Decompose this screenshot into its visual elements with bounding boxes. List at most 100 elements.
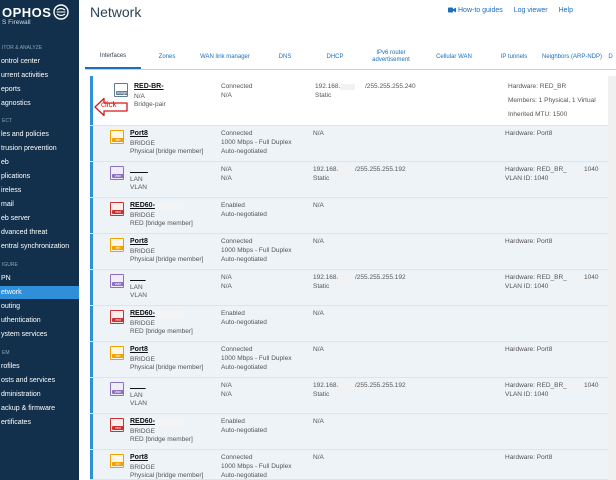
eth-interface-icon: eth: [110, 346, 124, 360]
help-link[interactable]: Help: [559, 7, 573, 14]
interface-ip-mode: Static: [313, 283, 330, 290]
interface-subtype: Bridge-pair: [134, 101, 166, 108]
interface-name-link[interactable]: Port8: [130, 345, 148, 354]
sidebar-item[interactable]: ireless: [0, 184, 79, 197]
sidebar-item[interactable]: entral synchronization: [0, 240, 79, 253]
interface-subtype: RED [bridge member]: [130, 220, 193, 227]
sidebar-item[interactable]: ontrol center: [0, 55, 79, 68]
row-indicator: [90, 306, 93, 341]
tab-8[interactable]: IP tunnels: [490, 45, 538, 69]
interface-link-speed: N/A: [221, 283, 232, 290]
table-row[interactable]: vlan-UserLANVLANN/AN/A192.168./255.255.2…: [90, 162, 616, 198]
interface-subtype: VLAN: [130, 400, 147, 407]
row-indicator: [90, 76, 93, 125]
video-camera-icon: [448, 7, 456, 13]
page-scrollbar[interactable]: [608, 76, 616, 480]
redacted-region: [157, 419, 183, 426]
sidebar-item[interactable]: osts and services: [0, 374, 79, 387]
sidebar-item[interactable]: PN: [0, 272, 79, 285]
interface-type-tag: bridge: [116, 91, 128, 95]
sidebar-item[interactable]: trusion prevention: [0, 142, 79, 155]
tab-4[interactable]: DNS: [263, 45, 307, 69]
sidebar-item[interactable]: uthentication: [0, 314, 79, 327]
table-row[interactable]: eth Port8 BRIDGE Physical [bridge member] Co…: [90, 234, 616, 270]
table-row[interactable]: eth Port8 BRIDGE Physical [bridge member] Co…: [90, 450, 616, 480]
click-annotation-label: click: [101, 100, 117, 109]
sidebar-item[interactable]: eb server: [0, 212, 79, 225]
sidebar-item[interactable]: plications: [0, 170, 79, 183]
interface-name-link[interactable]: RED60-: [130, 417, 155, 426]
eth-interface-icon: eth: [110, 130, 124, 144]
row-indicator: [90, 378, 93, 413]
interface-type-tag: eth: [112, 138, 124, 142]
sidebar-item[interactable]: agnostics: [0, 97, 79, 110]
redacted-region: [128, 273, 156, 280]
interface-name-link[interactable]: RED60-: [130, 309, 155, 318]
interface-negotiation: Auto-negotiated: [221, 472, 267, 479]
interface-name-link[interactable]: RED60-: [130, 201, 155, 210]
table-row[interactable]: eth Port8 BRIDGE Physical [bridge member] Co…: [90, 126, 616, 162]
interface-subtype: Physical [bridge member]: [130, 148, 204, 155]
table-row[interactable]: red RED60- BRIDGE RED [bridge member] Enable…: [90, 414, 616, 450]
sidebar-item[interactable]: eports: [0, 83, 79, 96]
tab-6[interactable]: IPv6 router advertisement: [363, 45, 419, 69]
tab-3[interactable]: WAN link manager: [189, 45, 261, 69]
sidebar-item[interactable]: dministration: [0, 388, 79, 401]
interface-name-link[interactable]: Port8: [130, 453, 148, 462]
sidebar-item[interactable]: ertificates: [0, 416, 79, 429]
interface-ip-address: 192.168.: [313, 166, 339, 173]
table-row[interactable]: bridge RED-BR- N/A Bridge-pair Connected N/A 1…: [90, 76, 616, 126]
interface-link-speed: Auto-negotiated: [221, 211, 267, 218]
how-to-guides-link[interactable]: How-to guides: [458, 7, 503, 14]
table-row[interactable]: red RED60- BRIDGE RED [bridge member] Enable…: [90, 198, 616, 234]
sidebar-item[interactable]: ystem services: [0, 328, 79, 341]
interface-ip-mode: Static: [313, 175, 330, 182]
interface-hardware-suffix: 1040: [584, 166, 599, 173]
sidebar-item[interactable]: ackup & firmware: [0, 402, 79, 415]
interface-type-tag: red: [112, 426, 124, 430]
sidebar-item[interactable]: mail: [0, 198, 79, 211]
interface-ip-address: N/A: [313, 238, 324, 245]
redacted-region: [128, 165, 156, 172]
table-row[interactable]: vlanUserLANVLANN/AN/A192.168./255.255.25…: [90, 378, 616, 414]
tab-7[interactable]: Cellular WAN: [425, 45, 483, 69]
sidebar-item[interactable]: outing: [0, 300, 79, 313]
redacted-region: [157, 311, 183, 318]
interface-ip-address: N/A: [313, 454, 324, 461]
tab-9[interactable]: Neighbors (ARP-NDP): [541, 45, 603, 69]
table-row[interactable]: red RED60- BRIDGE RED [bridge member] Enable…: [90, 306, 616, 342]
tab-2[interactable]: Zones: [145, 45, 189, 69]
sidebar-item[interactable]: eb: [0, 156, 79, 169]
tab-1[interactable]: Interfaces: [85, 45, 141, 69]
table-row[interactable]: vlanUserLANVLANN/AN/A192.168./255.255.25…: [90, 270, 616, 306]
sidebar-item[interactable]: urrent activities: [0, 69, 79, 82]
redacted-region: [157, 203, 183, 210]
interface-name-link[interactable]: Port8: [130, 237, 148, 246]
sidebar-section-heading: IGURE: [2, 262, 18, 268]
interface-hardware-detail: VLAN ID: 1040: [505, 175, 549, 182]
sidebar: OPHOS S Firewall ITOR & ANALYZE ontrol ce…: [0, 0, 79, 480]
interface-subtype: Physical [bridge member]: [130, 256, 204, 263]
interface-ip-mode: Static: [313, 391, 330, 398]
interface-name-link[interactable]: Port8: [130, 129, 148, 138]
interface-name-link[interactable]: RED-BR-: [134, 82, 164, 91]
bridge-interface-icon: bridge: [114, 83, 128, 97]
table-row[interactable]: eth Port8 BRIDGE Physical [bridge member] Co…: [90, 342, 616, 378]
sidebar-item[interactable]: dvanced threat: [0, 226, 79, 239]
log-viewer-link[interactable]: Log viewer: [514, 7, 548, 14]
interface-mtu: Inherited MTU: 1500: [508, 111, 568, 118]
sidebar-item[interactable]: les and policies: [0, 128, 79, 141]
interface-status: Enabled: [221, 202, 245, 209]
row-indicator: [90, 450, 93, 479]
interface-ip-address: 192.168.: [313, 382, 339, 389]
interface-status: Enabled: [221, 310, 245, 317]
sidebar-item[interactable]: rofiles: [0, 360, 79, 373]
sidebar-item[interactable]: etwork: [0, 286, 79, 299]
interface-ip-address: N/A: [313, 310, 324, 317]
interface-ip-address: 192.168.: [315, 83, 341, 90]
redacted-region: [570, 275, 584, 281]
interface-subtype: RED [bridge member]: [130, 436, 193, 443]
row-indicator: [90, 342, 93, 377]
tab-10[interactable]: D: [605, 45, 616, 69]
tab-5[interactable]: DHCP: [315, 45, 355, 69]
